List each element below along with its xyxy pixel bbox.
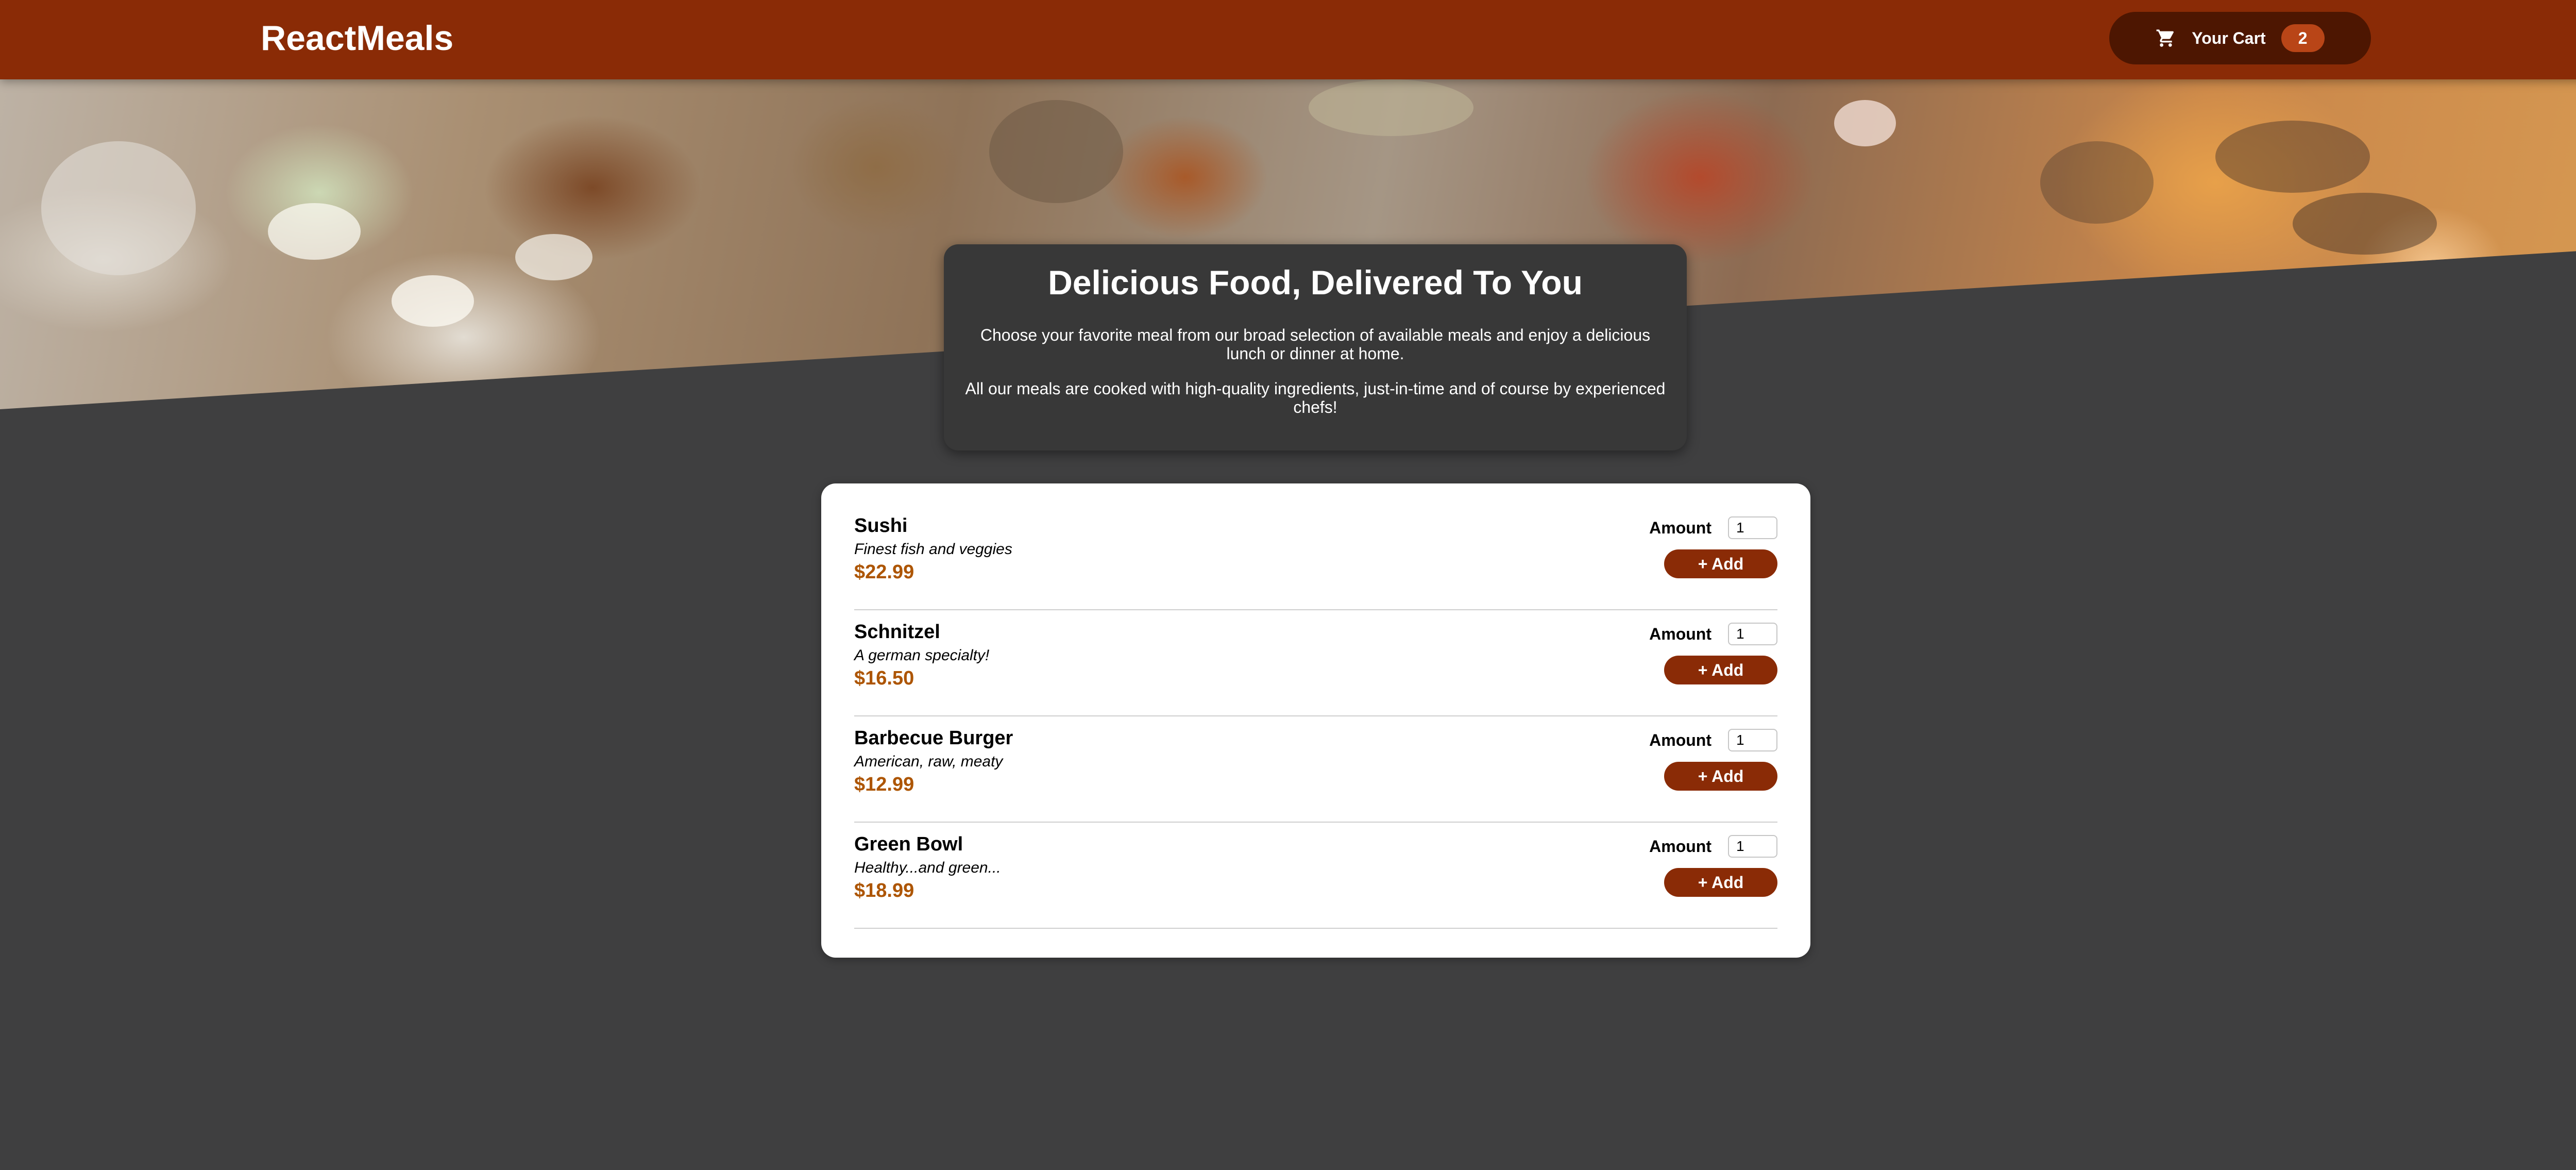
summary-title: Delicious Food, Delivered To You <box>1048 263 1583 302</box>
meal-price: $22.99 <box>854 561 914 583</box>
meal-description: Healthy...and green... <box>854 859 1001 876</box>
cart-count-badge: 2 <box>2281 24 2325 52</box>
amount-row: Amount <box>1649 729 1777 751</box>
brand-title: ReactMeals <box>261 19 454 58</box>
amount-row: Amount <box>1649 516 1777 539</box>
meal-item-green-bowl: Green Bowl Healthy...and green... $18.99… <box>854 823 1777 929</box>
meal-name: Barbecue Burger <box>854 727 1013 749</box>
add-button[interactable]: + Add <box>1664 549 1777 578</box>
summary-paragraph-1: Choose your favorite meal from our broad… <box>980 326 1651 363</box>
meal-name: Schnitzel <box>854 621 940 643</box>
amount-input[interactable] <box>1728 835 1777 858</box>
meals-card: Sushi Finest fish and veggies $22.99 Amo… <box>821 483 1810 958</box>
amount-row: Amount <box>1649 623 1777 645</box>
cart-button[interactable]: Your Cart 2 <box>2109 12 2371 64</box>
summary-paragraph-2: All our meals are cooked with high-quali… <box>965 379 1666 416</box>
amount-input[interactable] <box>1728 729 1777 751</box>
amount-label: Amount <box>1649 518 1711 537</box>
amount-label: Amount <box>1649 624 1711 643</box>
cart-icon <box>2156 28 2176 48</box>
meal-item-schnitzel: Schnitzel A german specialty! $16.50 Amo… <box>854 610 1777 716</box>
meal-list: Sushi Finest fish and veggies $22.99 Amo… <box>854 504 1777 929</box>
cart-label: Your Cart <box>2192 28 2266 47</box>
meal-price: $18.99 <box>854 880 914 901</box>
app-header: ReactMeals Your Cart 2 <box>0 0 2576 79</box>
add-button[interactable]: + Add <box>1664 868 1777 897</box>
amount-input[interactable] <box>1728 516 1777 539</box>
amount-row: Amount <box>1649 835 1777 858</box>
meal-item-barbecue-burger: Barbecue Burger American, raw, meaty $12… <box>854 716 1777 823</box>
amount-label: Amount <box>1649 730 1711 749</box>
add-button[interactable]: + Add <box>1664 762 1777 791</box>
summary-card: Delicious Food, Delivered To You Choose … <box>944 244 1687 450</box>
meal-description: Finest fish and veggies <box>854 541 1012 558</box>
amount-label: Amount <box>1649 837 1711 856</box>
meal-name: Sushi <box>854 515 908 537</box>
meal-description: A german specialty! <box>854 647 990 664</box>
meal-description: American, raw, meaty <box>854 753 1003 770</box>
meal-price: $16.50 <box>854 667 914 689</box>
meal-name: Green Bowl <box>854 833 963 855</box>
add-button[interactable]: + Add <box>1664 656 1777 684</box>
meal-item-sushi: Sushi Finest fish and veggies $22.99 Amo… <box>854 504 1777 610</box>
amount-input[interactable] <box>1728 623 1777 645</box>
meal-price: $12.99 <box>854 774 914 795</box>
